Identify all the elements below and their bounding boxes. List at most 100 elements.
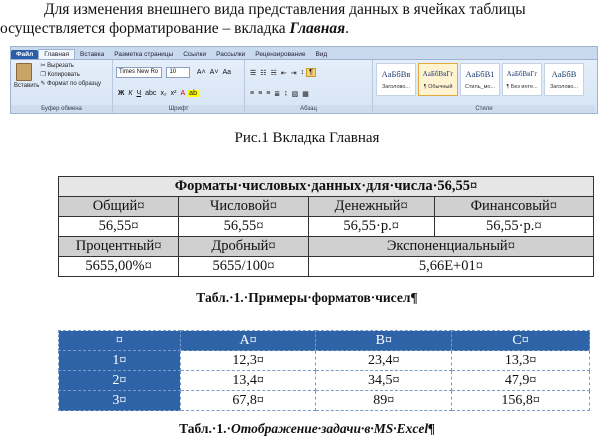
format-name-cell: Дробный¤ [178, 236, 309, 257]
font-group: Times New Ro 10 A˄ A˅ Aa Ж К Чabc x₂ x² Aab Шри… [113, 60, 245, 113]
style-sample: AaБбВ [551, 69, 577, 79]
justify-icon[interactable]: ≣ [272, 90, 282, 98]
ribbon-tab-bar: Файл Главная Вставка Разметка страницы С… [11, 47, 597, 60]
intro-line-2-suffix: . [345, 20, 349, 37]
style-custom[interactable]: AaБбВ1 Стиль_мо... [460, 63, 500, 96]
format-value-cell: 5,66E+01¤ [307, 256, 595, 277]
style-normal[interactable]: AaБбВвГг ¶ Обычный [418, 63, 458, 96]
subscript-icon[interactable]: x₂ [158, 90, 168, 97]
underline-icon[interactable]: Ч [134, 90, 143, 97]
cut-button[interactable]: ✂ Вырезать [40, 62, 101, 71]
intro-line-1: Для изменения внешнего вида представлени… [44, 1, 526, 18]
row-header-cell: 2¤ [58, 370, 181, 391]
home-tab-name: Главная [289, 20, 346, 37]
table-row: Процентный¤ Дробный¤ Экспоненциальный¤ [57, 236, 595, 257]
decrease-indent-icon[interactable]: ⇤ [279, 69, 289, 77]
line-spacing-icon[interactable]: ↨ [282, 90, 290, 97]
table-row: 56,55¤ 56,55¤ 56,55·р.¤ 56,55·р.¤ [57, 216, 595, 237]
numbering-icon[interactable]: ☷ [258, 69, 268, 77]
align-right-icon[interactable]: ≡ [264, 90, 272, 97]
format-name-cell: Процентный¤ [57, 236, 180, 257]
intro-line-2-text: осуществляется форматирование – вкладка [0, 20, 290, 37]
format-value-cell: 56,55¤ [178, 216, 309, 237]
tab-home[interactable]: Главная [38, 49, 76, 59]
styles-group-label: Стили [373, 105, 595, 113]
styles-gallery: AaБбВв Заголово... AaБбВвГг ¶ Обычный AaБб… [376, 62, 592, 96]
format-name-cell: Денежный¤ [307, 196, 435, 217]
data-cell: 34,5¤ [315, 370, 453, 391]
table-title: Форматы·числовых·данных·для·числа·56,55¤ [58, 176, 594, 197]
header-cell: ¤ [58, 330, 181, 351]
format-name-cell: Общий¤ [57, 196, 180, 217]
tab-insert[interactable]: Вставка [75, 50, 109, 59]
table-row: Общий¤ Числовой¤ Денежный¤ Финансовый¤ [57, 196, 595, 217]
clipboard-actions: ✂ Вырезать ❐ Копировать ✎ Формат по обра… [40, 62, 101, 89]
data-cell: 89¤ [315, 390, 453, 411]
format-value-cell: 5655,00%¤ [57, 256, 180, 277]
style-name: ¶ Обычный [423, 84, 453, 90]
style-sample: AaБбВв [381, 69, 411, 79]
superscript-icon[interactable]: x² [169, 90, 179, 97]
format-painter-label: Формат по образцу [47, 81, 101, 87]
copy-label: Копировать [47, 72, 80, 78]
change-case-icon[interactable]: Aa [220, 69, 233, 76]
data-cell: 13,4¤ [179, 370, 317, 391]
table-header-row: ¤ A¤ B¤ C¤ [58, 330, 590, 351]
ribbon-body: Вставить ✂ Вырезать ❐ Копировать ✎ Форма… [11, 60, 597, 113]
align-center-icon[interactable]: ≡ [256, 90, 264, 97]
table-row: 1¤ 12,3¤ 23,4¤ 13,3¤ [58, 350, 590, 371]
style-name: ¶ Без инте... [506, 84, 538, 90]
bold-icon[interactable]: Ж [116, 90, 126, 97]
tab-references[interactable]: Ссылки [178, 50, 211, 59]
italic-icon[interactable]: К [126, 90, 134, 97]
borders-icon[interactable]: ▦ [300, 90, 311, 98]
style-no-spacing[interactable]: AaБбВвГг ¶ Без инте... [502, 63, 542, 96]
table2-caption-title: Отображение·задачи·в·MS·Excel¶ [231, 421, 435, 436]
row-header-cell: 1¤ [58, 350, 181, 371]
excel-task-table: ¤ A¤ B¤ C¤ 1¤ 12,3¤ 23,4¤ 13,3¤ 2¤ 13,4¤… [58, 330, 590, 411]
copy-icon: ❐ [40, 72, 46, 78]
align-left-icon[interactable]: ≡ [248, 90, 256, 97]
font-group-label: Шрифт [113, 105, 244, 113]
copy-button[interactable]: ❐ Копировать [40, 71, 101, 80]
table-row: Форматы·числовых·данных·для·числа·56,55¤ [58, 176, 594, 197]
style-heading-2[interactable]: AaБбВ Заголово... [544, 63, 584, 96]
font-color-icon[interactable]: A [179, 90, 188, 97]
bullets-icon[interactable]: ☰ [248, 69, 258, 77]
format-value-cell: 56,55·р.¤ [433, 216, 595, 237]
style-sample: AaБбВвГг [422, 70, 454, 78]
number-formats-table: Форматы·числовых·данных·для·числа·56,55¤… [57, 176, 595, 277]
tab-file[interactable]: Файл [11, 50, 39, 59]
tab-review[interactable]: Рецензирование [250, 50, 310, 59]
scissors-icon: ✂ [40, 63, 46, 69]
table-row: 3¤ 67,8¤ 89¤ 156,8¤ [58, 390, 590, 411]
data-cell: 13,3¤ [451, 350, 590, 371]
word-ribbon-screenshot: Файл Главная Вставка Разметка страницы С… [10, 46, 598, 114]
header-cell: C¤ [451, 330, 590, 351]
cut-label: Вырезать [47, 63, 74, 69]
grow-font-icon[interactable]: A˄ [195, 69, 208, 76]
increase-indent-icon[interactable]: ⇥ [289, 69, 299, 77]
highlight-icon[interactable]: ab [187, 90, 199, 98]
style-heading-1[interactable]: AaБбВв Заголово... [376, 63, 416, 96]
sort-icon[interactable]: ↕ [299, 69, 307, 76]
tab-view[interactable]: Вид [310, 50, 332, 59]
format-painter-button[interactable]: ✎ Формат по образцу [40, 80, 101, 89]
format-name-cell: Числовой¤ [178, 196, 309, 217]
data-cell: 12,3¤ [179, 350, 317, 371]
format-name-cell: Экспоненциальный¤ [307, 236, 595, 257]
shrink-font-icon[interactable]: A˅ [208, 69, 221, 76]
tab-mailings[interactable]: Рассылки [211, 50, 250, 59]
shading-icon[interactable]: ▧ [290, 90, 301, 98]
font-size-select[interactable]: 10 [166, 67, 191, 79]
table2-caption-prefix: Табл.·1.· [179, 421, 232, 436]
strikethrough-icon[interactable]: abc [143, 90, 158, 97]
header-cell: B¤ [315, 330, 453, 351]
show-marks-icon[interactable]: ¶ [306, 68, 316, 78]
multilevel-list-icon[interactable]: ☵ [269, 69, 279, 77]
paragraph-group-label: Абзац [245, 105, 372, 113]
header-cell: A¤ [179, 330, 317, 351]
tab-page-layout[interactable]: Разметка страницы [109, 50, 178, 59]
font-name-select[interactable]: Times New Ro [116, 67, 162, 79]
paste-button[interactable]: Вставить [14, 62, 39, 89]
